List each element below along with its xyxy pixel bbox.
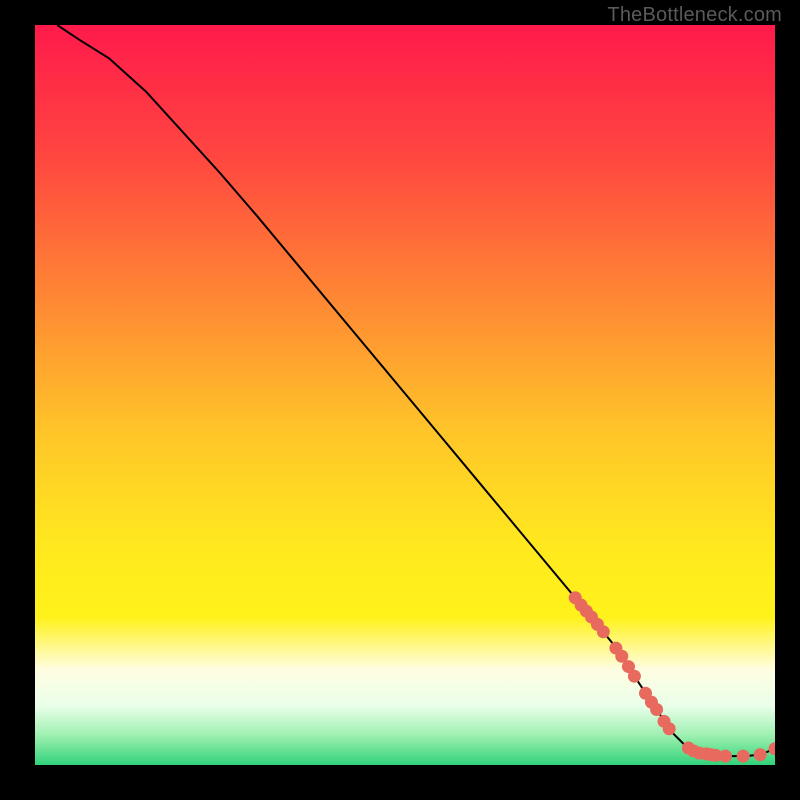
data-point — [628, 670, 641, 683]
data-point — [597, 625, 610, 638]
data-point — [663, 722, 676, 735]
plot-area — [35, 25, 775, 765]
data-point — [737, 750, 750, 763]
data-point — [754, 748, 767, 761]
chart-svg — [35, 25, 775, 765]
chart-frame: TheBottleneck.com — [0, 0, 800, 800]
data-point — [719, 750, 732, 763]
watermark-text: TheBottleneck.com — [607, 4, 782, 27]
data-point — [650, 703, 663, 716]
